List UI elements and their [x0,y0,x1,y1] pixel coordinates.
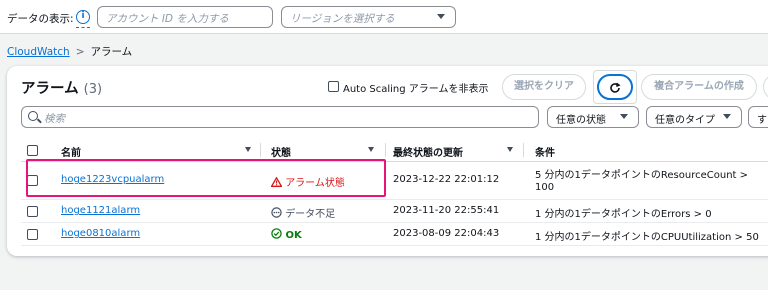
info-underline [76,27,90,28]
header-name[interactable]: 名前 [61,144,81,159]
chevron-right-icon: > [75,46,85,58]
account-id-placeholder: アカウント ID を入力する [106,13,229,25]
extra-filter-select[interactable]: す [748,106,768,128]
sort-name-icon[interactable] [245,147,251,152]
check-circle-icon [271,228,282,239]
alarm-name-link[interactable]: hoge1121alarm [61,205,140,216]
breadcrumb: CloudWatch > アラーム [7,44,132,59]
table-row[interactable]: hoge0810alarm OK 2023-08-09 22:04:43 1 分… [21,223,768,246]
sort-updated-icon[interactable] [507,147,513,152]
chevron-down-icon [437,14,445,19]
account-id-input[interactable]: アカウント ID を入力する [97,6,273,28]
last-updated: 2023-12-22 22:01:12 [393,174,500,185]
chevron-down-icon [723,114,731,119]
sort-state-icon[interactable] [368,147,374,152]
header-state[interactable]: 状態 [271,144,291,159]
clear-selection-button[interactable]: 選択をクリア [502,74,586,100]
page-title: アラーム (3) [21,77,102,98]
highlight-annotation-box [26,159,386,197]
create-composite-alarm-button[interactable]: 複合アラームの作成 [641,74,757,100]
state-insufficient: データ不足 [271,205,335,220]
condition: 1 分内の1データポイントのErrors > 0 [535,209,712,220]
header-conditions[interactable]: 条件 [535,144,555,159]
extra-filter-value: す [757,115,767,126]
column-divider [523,143,524,157]
more-circle-icon [271,207,282,218]
row-checkbox[interactable] [27,229,38,240]
info-icon[interactable]: i [76,10,90,24]
breadcrumb-current: アラーム [90,46,133,58]
state-ok: OK [271,228,302,241]
autoscaling-hide-checkbox[interactable] [328,81,339,92]
refresh-button[interactable] [597,74,633,100]
last-updated: 2023-11-20 22:55:41 [393,205,500,216]
refresh-icon [610,82,621,93]
alarm-name-link[interactable]: hoge0810alarm [61,228,140,239]
state-text: データ不足 [285,209,336,220]
column-divider [260,143,261,157]
row-checkbox[interactable] [27,206,38,217]
display-label: データの表示: [7,13,74,25]
breadcrumb-cloudwatch[interactable]: CloudWatch [7,46,70,58]
header-last-updated[interactable]: 最終状態の更新 [393,144,463,159]
last-updated: 2023-08-09 22:04:43 [393,228,500,239]
state-filter-value: 任意の状態 [556,115,606,126]
chevron-down-icon [620,114,628,119]
title-text: アラーム [21,81,79,97]
search-placeholder: 検索 [44,113,65,125]
state-filter-select[interactable]: 任意の状態 [547,106,639,128]
region-select[interactable]: リージョンを選択する [281,6,456,28]
column-divider [385,143,386,157]
search-input[interactable]: 検索 [21,106,539,128]
more-actions-button[interactable] [763,74,768,100]
state-text: OK [285,230,302,241]
type-filter-select[interactable]: 任意のタイプ [646,106,742,128]
table-row[interactable]: hoge1121alarm データ不足 2023-11-20 22:55:41 … [21,200,768,223]
search-icon [28,111,38,121]
account-region-bar: データの表示: i アカウント ID を入力する リージョンを選択する [0,0,768,34]
type-filter-value: 任意のタイプ [655,115,715,126]
condition: 1 分内の1データポイントのCPUUtilization > 50 [535,232,759,243]
alarm-count: (3) [83,82,103,97]
condition-continued: 100 [535,182,555,193]
condition: 5 分内の1データポイントのResourceCount > [535,170,749,181]
select-all-checkbox[interactable] [27,145,38,156]
region-placeholder: リージョンを選択する [290,13,395,25]
autoscaling-hide-label: Auto Scaling アラームを非表示 [343,84,489,95]
